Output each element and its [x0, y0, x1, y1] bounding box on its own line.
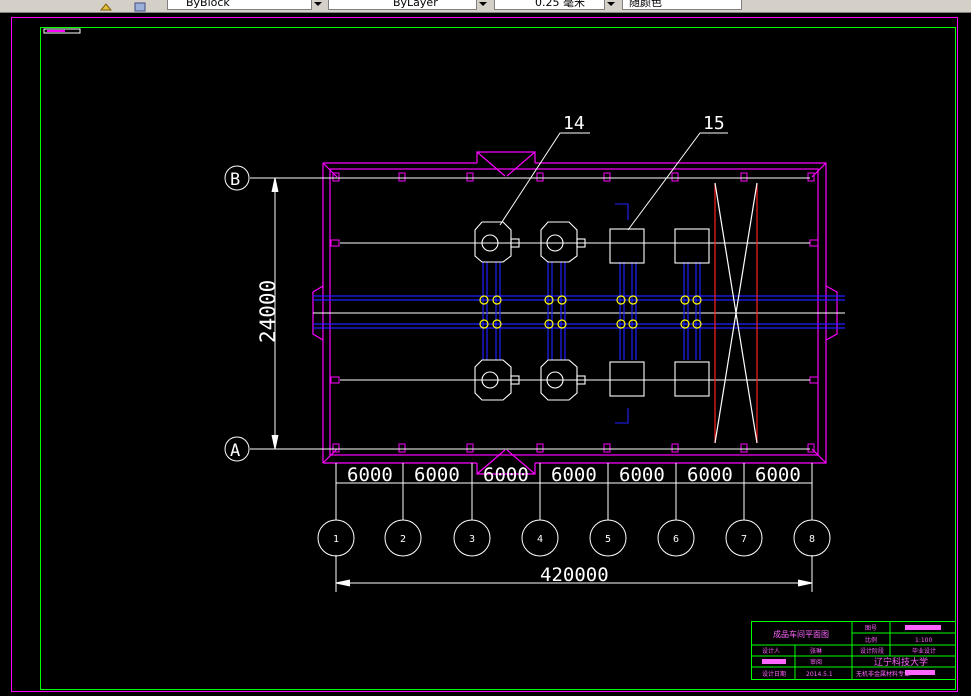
axis-label-6: 6: [673, 534, 679, 545]
bay-dim-1: 6000: [347, 464, 393, 486]
tb-drawing-title: 成品车间平面图: [773, 629, 829, 639]
column-axis-bubbles: [317, 519, 831, 557]
packing-machines: [474, 221, 586, 401]
tb-designer-label: 设计人: [762, 647, 780, 655]
drawing-no-fill: [905, 625, 941, 630]
tb-scale-value: 1:100: [915, 637, 932, 644]
tb-university: 辽宁科技大学: [874, 656, 928, 668]
column-axis-labels: 1 2 3 4 5 6 7 8: [333, 534, 815, 545]
sheet-border: [11, 17, 958, 692]
axis-label-7: 7: [741, 534, 747, 545]
span-dimension-text: 24000: [256, 280, 280, 343]
axis-label-5: 5: [605, 534, 611, 545]
total-length-dimension: 420000: [540, 564, 609, 586]
bay-dim-4: 6000: [551, 464, 597, 486]
axis-bubble-a: A: [224, 436, 250, 462]
layout-marker-fill: [47, 30, 65, 32]
bay-dim-2: 6000: [414, 464, 460, 486]
tb-date-label: 设计日期: [762, 670, 786, 678]
callout-15: 15: [703, 113, 725, 134]
callout-14: 14: [563, 113, 585, 134]
designer-sign-fill: [762, 659, 786, 664]
bay-dimension-texts: 6000 6000 6000 6000 6000 6000 6000: [347, 464, 801, 486]
axis-label-b: B: [230, 170, 240, 190]
valves: [479, 295, 702, 329]
axis-label-2: 2: [400, 534, 406, 545]
tb-date-value: 2014.5.1: [806, 671, 833, 678]
tb-stage-value: 毕业设计: [912, 647, 936, 655]
bay-dim-6: 6000: [687, 464, 733, 486]
tb-drawing-no-label: 图号: [865, 625, 877, 632]
bay-dim-7: 6000: [755, 464, 801, 486]
axis-label-3: 3: [469, 534, 475, 545]
axis-label-a: A: [230, 441, 240, 461]
axis-label-8: 8: [809, 534, 815, 545]
bay-dim-3: 6000: [483, 464, 529, 486]
tb-major: 无机非金属材料专业: [856, 670, 910, 678]
drawing-canvas[interactable]: 14 15 24000 B A 6000 6000 6000 6000 6000…: [0, 0, 971, 696]
tb-reviewer-label: 审阅: [810, 658, 822, 666]
pipelines: [313, 262, 845, 360]
axis-bubble-b: B: [224, 165, 250, 191]
axis-label-4: 4: [537, 534, 543, 545]
axis-label-1: 1: [333, 534, 339, 545]
tb-designer-name: 张琳: [810, 647, 822, 655]
bay-dim-5: 6000: [619, 464, 665, 486]
callout-leaders: [499, 132, 728, 231]
tb-scale-label: 比例: [865, 636, 877, 644]
tb-stage-label: 设计阶段: [860, 647, 884, 655]
